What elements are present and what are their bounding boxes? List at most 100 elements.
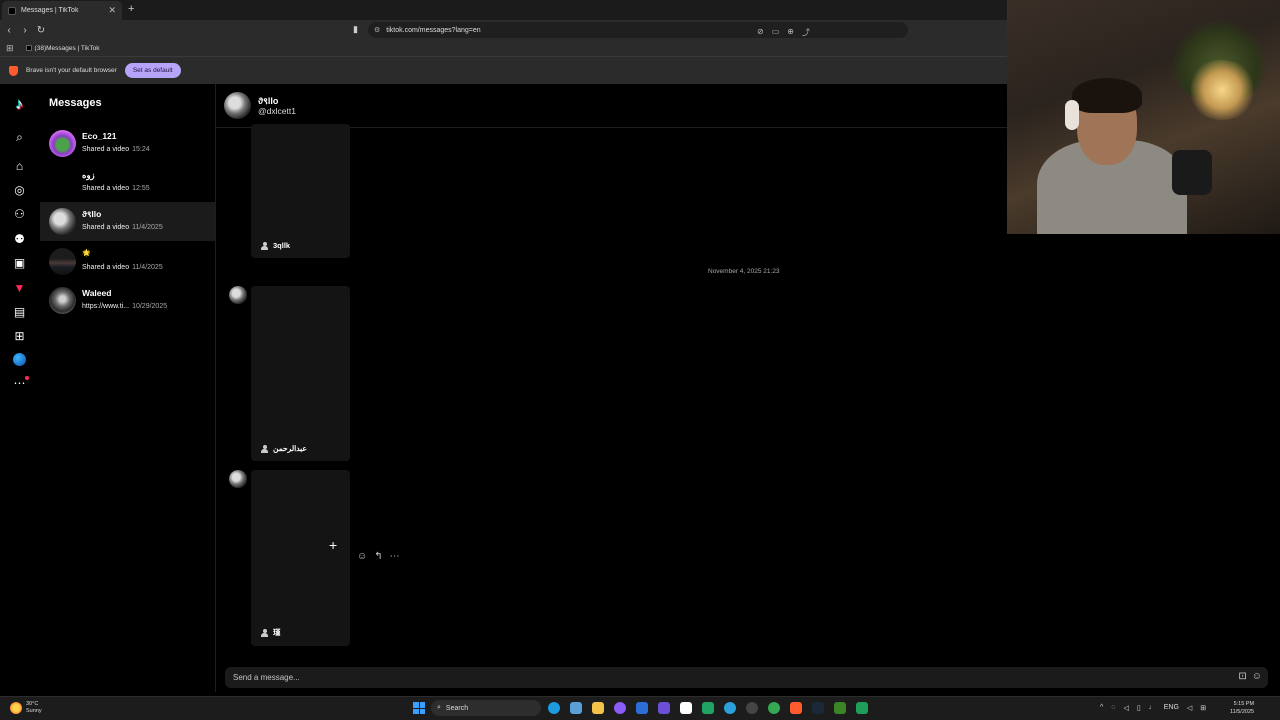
conversation-preview: Shared a video 11/4/2025 [82, 224, 163, 231]
set-default-button[interactable]: Set as default [124, 63, 181, 78]
tiktok-logo-icon[interactable]: ♪ [12, 96, 27, 113]
chevron-up-icon[interactable]: ^ [1100, 704, 1103, 712]
excel-icon[interactable] [702, 702, 714, 714]
minecraft-icon[interactable] [834, 702, 846, 714]
cast-icon[interactable]: ▭ [772, 27, 780, 38]
emoji-reaction-icon[interactable]: ☺ [357, 551, 367, 562]
conversation-item[interactable]: Waleed https://www.ti... 10/29/2025 [40, 281, 215, 320]
close-tab-icon[interactable]: ✕ [108, 5, 116, 16]
network-icon[interactable]: ⊞ [1200, 704, 1206, 712]
avatar[interactable] [229, 470, 247, 488]
app-tray-icon[interactable]: ◌ [1111, 704, 1115, 712]
obsidian-icon[interactable] [658, 702, 670, 714]
shared-video-card[interactable]: عبدالرحمن [251, 286, 350, 461]
app-icon[interactable] [856, 702, 868, 714]
webcam-lamp [1187, 60, 1257, 120]
activity-icon[interactable]: ▼ [12, 280, 27, 295]
brave-icon[interactable] [790, 702, 802, 714]
zoom-icon[interactable]: ⊕ [787, 27, 794, 38]
following-icon[interactable]: ⚇ [12, 206, 27, 221]
windows-start-icon[interactable] [413, 702, 425, 714]
message-input[interactable] [233, 667, 1133, 688]
profile-avatar[interactable] [13, 353, 26, 366]
person-icon [261, 241, 268, 250]
bookmark-messages[interactable]: (38)Messages | TikTok [25, 45, 99, 52]
home-icon[interactable]: ⌂ [12, 158, 27, 173]
person-icon [261, 444, 268, 453]
conversation-name: 🌟 [82, 250, 91, 257]
video-author: 瑾 [261, 627, 281, 638]
avatar [49, 169, 76, 196]
avatar [49, 287, 76, 314]
webcam-microphone [1172, 150, 1212, 195]
person-icon [261, 628, 268, 637]
conversation-item[interactable]: Eco_121 Shared a video 15:24 [40, 124, 215, 163]
clock[interactable]: 5:15 PM 11/5/2025 [1230, 700, 1254, 716]
mail-icon[interactable] [570, 702, 582, 714]
reload-button[interactable]: ↻ [34, 25, 48, 36]
new-tab-button[interactable]: + [128, 3, 134, 15]
avatar [49, 130, 76, 157]
cursor-crosshair-icon: + [329, 537, 338, 553]
more-options-icon[interactable]: ⋯ [390, 551, 400, 562]
webcam-headphones [1065, 100, 1079, 130]
conversation-name: Eco_121 [82, 131, 117, 141]
telegram-icon[interactable] [724, 702, 736, 714]
system-tray: ^ ◌ ◁ ▯ ♩ ENG ◁ ⊞ [1100, 704, 1206, 712]
url-text: tiktok.com/messages?lang=en [386, 26, 481, 34]
conversation-item-active[interactable]: ϑ९llo Shared a video 11/4/2025 [40, 202, 215, 241]
avatar[interactable] [224, 92, 251, 119]
tab-strip: Messages | TikTok ✕ + [0, 0, 1007, 20]
steam-icon[interactable] [812, 702, 824, 714]
message-actions: ☺ ↰ ⋯ [357, 551, 400, 562]
conversation-list: Messages Eco_121 Shared a video 15:24 زوه… [40, 84, 216, 692]
search-icon[interactable]: ⌕ [12, 130, 27, 145]
notepad-icon[interactable] [636, 702, 648, 714]
bookmark-icon[interactable]: ▮ [353, 24, 358, 35]
taskbar-search[interactable]: ⌕ Search [431, 700, 541, 716]
apps-grid-icon[interactable]: ⊞ [6, 43, 14, 54]
more-icon[interactable]: ⋯ [12, 375, 29, 390]
sun-icon [10, 702, 22, 714]
edge-icon[interactable] [548, 702, 560, 714]
conversation-item[interactable]: 🌟 Shared a video 11/4/2025 [40, 242, 215, 281]
chat-user-handle[interactable]: @dxlcett1 [258, 106, 296, 116]
weather-widget[interactable]: 30°C Sunny [10, 701, 42, 715]
app-icon[interactable] [614, 702, 626, 714]
browser-tab[interactable]: Messages | TikTok ✕ [2, 1, 122, 20]
friends-icon[interactable]: ⚉ [12, 231, 27, 246]
live-icon[interactable]: ▣ [12, 255, 27, 270]
messages-icon[interactable]: ▤ [12, 304, 27, 319]
url-field[interactable]: ⚙ tiktok.com/messages?lang=en ⊘ ▭ ⊕ ⤴ [368, 22, 908, 38]
upload-icon[interactable]: ⊞ [12, 328, 27, 343]
address-bar: ‹ › ↻ ▮ ⚙ tiktok.com/messages?lang=en ⊘ … [0, 20, 1007, 55]
forward-button[interactable]: › [18, 25, 32, 36]
battery-icon[interactable]: ▯ [1137, 704, 1141, 712]
avatar[interactable] [229, 286, 247, 304]
clock-time: 5:15 PM [1233, 701, 1255, 707]
shared-video-card[interactable]: 瑾 [251, 470, 350, 646]
volume-icon[interactable]: ◁ [1187, 704, 1192, 712]
notion-icon[interactable] [680, 702, 692, 714]
image-upload-icon[interactable]: ⊡ [1238, 671, 1246, 682]
app-icon[interactable] [746, 702, 758, 714]
language-indicator[interactable]: ENG [1164, 704, 1179, 712]
site-info-icon[interactable]: ⚙ [374, 26, 380, 34]
conversation-preview: Shared a video 15:24 [82, 146, 150, 153]
no-translate-icon[interactable]: ⊘ [757, 27, 764, 38]
emoji-icon[interactable]: ☺ [1252, 671, 1262, 682]
file-explorer-icon[interactable] [592, 702, 604, 714]
microphone-icon[interactable]: ♩ [1149, 704, 1156, 712]
conversation-name: Waleed [82, 288, 112, 298]
chrome-icon[interactable] [768, 702, 780, 714]
explore-icon[interactable]: ◎ [12, 182, 27, 197]
back-button[interactable]: ‹ [2, 25, 16, 36]
conversation-preview: https://www.ti... 10/29/2025 [82, 303, 168, 310]
reply-icon[interactable]: ↰ [374, 551, 382, 562]
conversation-item[interactable]: زوه Shared a video 12:55 [40, 163, 215, 202]
webcam-overlay [1007, 0, 1280, 234]
share-icon[interactable]: ⤴ [802, 27, 810, 38]
chat-header: ϑ९llo @dxlcett1 [216, 84, 1007, 128]
shared-video-card[interactable]: 3qllk [251, 124, 350, 258]
speaker-icon[interactable]: ◁ [1123, 704, 1128, 712]
